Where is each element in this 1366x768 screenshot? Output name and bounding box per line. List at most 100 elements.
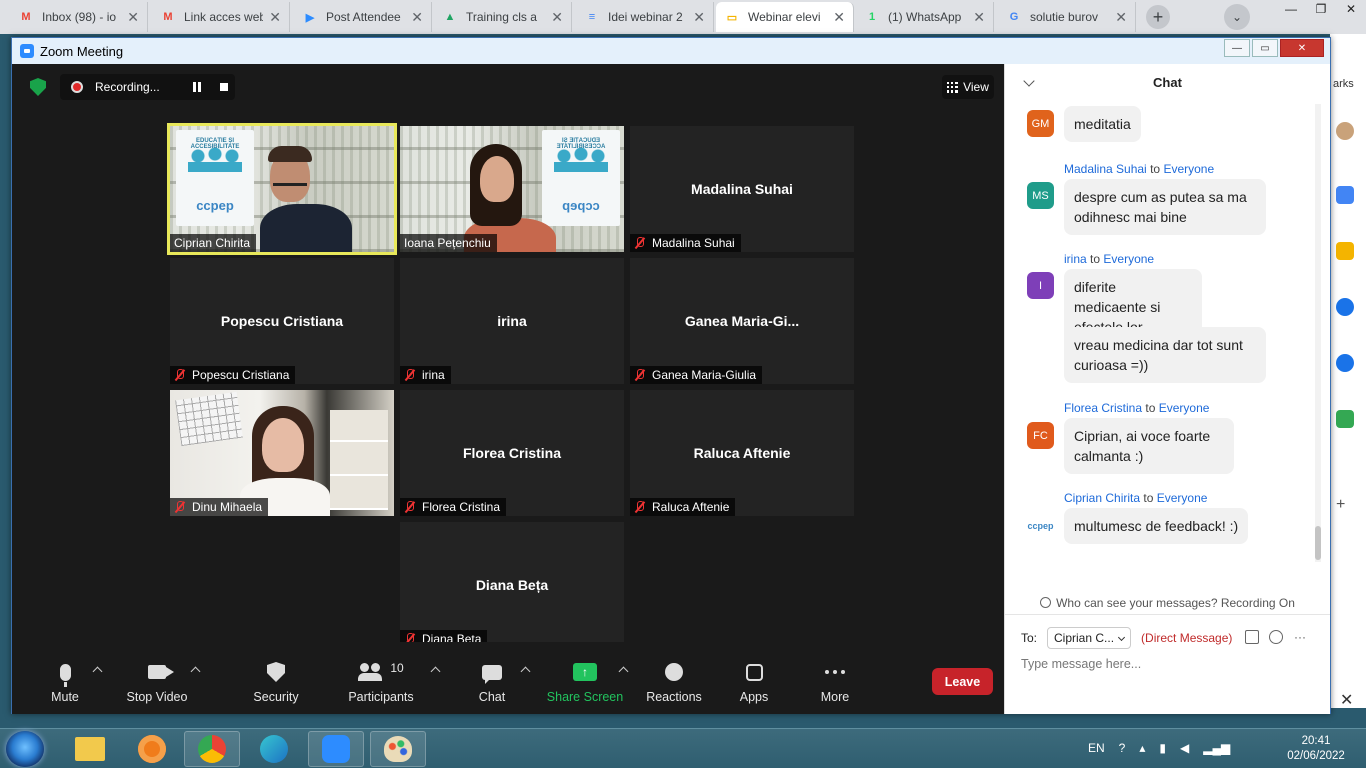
- profile-avatar[interactable]: [1336, 122, 1354, 140]
- calendar-icon[interactable]: [1336, 186, 1354, 204]
- browser-tab[interactable]: M Inbox (98) - io ✕: [10, 2, 148, 32]
- view-button[interactable]: View: [942, 75, 994, 99]
- chat-label: Chat: [478, 690, 506, 704]
- whatsapp-icon: 1: [868, 11, 876, 23]
- file-explorer-icon[interactable]: [62, 731, 118, 767]
- to-word: to: [1090, 252, 1101, 266]
- chat-bubble-icon: [482, 664, 502, 684]
- emoji-icon[interactable]: [1269, 630, 1283, 644]
- close-tab-icon[interactable]: ✕: [269, 9, 281, 26]
- leave-button[interactable]: Leave: [932, 668, 993, 695]
- poster-image: EDUCAȚIE ȘI ACCESIBILITATE ccpep: [176, 130, 254, 226]
- chat-sender[interactable]: Madalina Suhai: [1064, 162, 1147, 176]
- tab-title: solutie burov: [1030, 10, 1099, 24]
- maps-icon[interactable]: [1336, 410, 1354, 428]
- reactions-button[interactable]: Reactions: [629, 660, 719, 704]
- chat-sender[interactable]: Florea Cristina: [1064, 401, 1142, 415]
- signal-icon[interactable]: ▂▄▆: [1203, 741, 1230, 755]
- close-icon[interactable]: ✕: [1336, 0, 1366, 18]
- more-options-icon[interactable]: ···: [1293, 630, 1307, 644]
- apps-button[interactable]: Apps: [709, 660, 799, 704]
- video-tile-ciprian[interactable]: EDUCAȚIE ȘI ACCESIBILITATE ccpep Ciprian…: [167, 123, 397, 255]
- video-tile-irina[interactable]: irina irina: [400, 258, 624, 384]
- help-icon[interactable]: ?: [1119, 741, 1126, 755]
- drive-icon: ▲: [444, 11, 456, 23]
- volume-icon[interactable]: ◀: [1180, 741, 1189, 755]
- close-tab-icon[interactable]: ✕: [127, 9, 139, 26]
- chat-sender[interactable]: Ciprian Chirita: [1064, 491, 1140, 505]
- more-dots-icon: [825, 670, 845, 674]
- tasks-icon[interactable]: [1336, 298, 1354, 316]
- browser-tab[interactable]: ≡ Idei webinar 2 ✕: [576, 2, 714, 32]
- close-tab-icon[interactable]: ✕: [973, 9, 985, 26]
- show-hidden-icons[interactable]: ▴: [1139, 741, 1145, 755]
- zoom-taskbar-icon[interactable]: [308, 731, 364, 767]
- new-tab-button[interactable]: +: [1146, 5, 1170, 29]
- chevron-down-icon[interactable]: [1023, 75, 1035, 87]
- contacts-icon[interactable]: [1336, 354, 1354, 372]
- language-indicator[interactable]: EN: [1088, 741, 1105, 755]
- video-tile-ganea[interactable]: Ganea Maria-Gi... Ganea Maria-Giulia: [630, 258, 854, 384]
- video-tile-dinu[interactable]: Dinu Mihaela: [170, 390, 394, 516]
- browser-tab[interactable]: ▲ Training cls a ✕: [434, 2, 572, 32]
- minimize-icon[interactable]: —: [1276, 0, 1306, 18]
- panel-close-icon[interactable]: ✕: [1340, 690, 1353, 710]
- share-screen-button[interactable]: ↑ Share Screen: [540, 660, 630, 704]
- video-tile-florea[interactable]: Florea Cristina Florea Cristina: [400, 390, 624, 516]
- close-tab-icon[interactable]: ✕: [1115, 9, 1127, 26]
- edge-icon[interactable]: [246, 731, 302, 767]
- close-tab-icon[interactable]: ✕: [551, 9, 563, 26]
- add-icon[interactable]: +: [1336, 496, 1354, 514]
- stop-video-button[interactable]: Stop Video: [112, 660, 202, 704]
- stop-recording-icon[interactable]: [220, 83, 228, 91]
- video-tile-ioana[interactable]: EDUCAȚIE ȘI ACCESIBILITATE ccpep Ioana P…: [400, 126, 624, 252]
- tab-title: Inbox (98) - io: [42, 10, 117, 24]
- browser-tab[interactable]: M Link acces web ✕: [152, 2, 290, 32]
- message-input[interactable]: Type message here...: [1021, 657, 1141, 671]
- clock[interactable]: 20:41 02/06/2022: [1276, 734, 1356, 764]
- pause-recording-icon[interactable]: [193, 82, 201, 92]
- who-can-see-link[interactable]: Who can see your messages? Recording On: [1005, 596, 1330, 610]
- zoom-logo-icon: [20, 44, 34, 58]
- network-icon[interactable]: ▮: [1159, 741, 1166, 755]
- video-tile-madalina[interactable]: Madalina Suhai Madalina Suhai: [630, 126, 854, 252]
- zoom-close-button[interactable]: ✕: [1280, 39, 1324, 57]
- to-label: To:: [1021, 631, 1038, 645]
- recording-indicator: Recording...: [60, 74, 235, 100]
- browser-tab[interactable]: ▶ Post Attendee ✕: [294, 2, 432, 32]
- video-tile-diana[interactable]: Diana Bețа Diana Bețа: [400, 522, 624, 648]
- zoom-maximize-button[interactable]: ▭: [1252, 39, 1278, 57]
- chat-sender[interactable]: irina: [1064, 252, 1087, 266]
- recording-label: Recording...: [95, 80, 160, 94]
- paint-icon[interactable]: [370, 731, 426, 767]
- participants-button[interactable]: 10 Participants: [336, 660, 426, 704]
- chrome-icon[interactable]: [184, 731, 240, 767]
- encryption-shield-icon[interactable]: [30, 78, 46, 96]
- file-icon[interactable]: [1245, 630, 1259, 644]
- recipient-select[interactable]: Ciprian C...: [1047, 627, 1132, 649]
- tab-title: (1) WhatsApp: [888, 10, 962, 24]
- camera-icon: [148, 665, 174, 679]
- close-tab-icon[interactable]: ✕: [833, 9, 845, 26]
- restore-icon[interactable]: ❐: [1306, 0, 1336, 18]
- chat-scrollbar[interactable]: [1315, 104, 1321, 562]
- video-tile-raluca[interactable]: Raluca Aftenie Raluca Aftenie: [630, 390, 854, 516]
- security-button[interactable]: Security: [231, 660, 321, 704]
- start-button[interactable]: [6, 731, 44, 767]
- video-tile-popescu[interactable]: Popescu Cristiana Popescu Cristiana: [170, 258, 394, 384]
- avast-icon[interactable]: [124, 731, 180, 767]
- keep-icon[interactable]: [1336, 242, 1354, 260]
- more-button[interactable]: More: [790, 660, 880, 704]
- browser-tab[interactable]: Gsolutie burov ✕: [998, 2, 1136, 32]
- recipient-value: Ciprian C...: [1054, 631, 1115, 645]
- close-tab-icon[interactable]: ✕: [693, 9, 705, 26]
- browser-tab[interactable]: ▭ Webinar elevi ✕: [716, 2, 854, 32]
- chat-scroll-thumb[interactable]: [1315, 526, 1321, 560]
- zoom-minimize-button[interactable]: —: [1224, 39, 1250, 57]
- close-tab-icon[interactable]: ✕: [411, 9, 423, 26]
- participants-options-caret[interactable]: [430, 666, 441, 677]
- tab-search-button[interactable]: ⌄: [1224, 4, 1250, 30]
- gmail-icon: M: [163, 11, 173, 23]
- to-word: to: [1150, 162, 1161, 176]
- browser-tab[interactable]: 1 (1) WhatsApp ✕: [856, 2, 994, 32]
